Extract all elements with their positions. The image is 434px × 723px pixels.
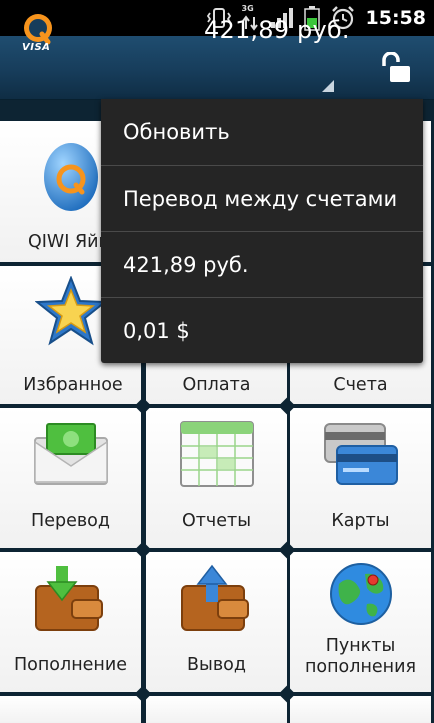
tile-label: QIWI Яйц [28,232,111,252]
network-type-label: 3G [241,4,254,13]
tile-label: Пункты пополнения [304,636,417,677]
tile-top-up[interactable]: Пополнение [0,552,141,692]
clock: 15:58 [365,7,426,29]
wallet-in-icon [34,566,103,631]
tile-withdraw[interactable]: Вывод [146,552,287,692]
tile-label: Отчеты [181,511,252,531]
qiwi-egg-icon [43,143,98,211]
tile-label: Вывод [187,655,246,675]
app-header [0,36,434,100]
star-icon [34,276,107,346]
envelope-money-icon [33,423,108,485]
visa-logo-text: VISA [22,42,51,53]
tile-label-payment: Оплата [182,375,251,395]
tile-transfer[interactable]: Перевод [0,408,141,548]
tile-label: Карты [331,511,390,531]
menu-item-usd-account[interactable]: 0,01 $ [101,298,423,364]
balance-dropdown-menu: Обновить Перевод между счетами 421,89 ру… [101,99,423,363]
tile-row5-left[interactable] [0,696,141,723]
cards-icon [323,423,398,485]
menu-item-refresh[interactable]: Обновить [101,99,423,165]
tile-top-up-points[interactable]: Пункты пополнения [290,552,431,692]
tile-row5-right[interactable] [290,696,431,723]
tile-reports[interactable]: Отчеты [146,408,287,548]
tile-row5-mid[interactable] [146,696,287,723]
globe-map-icon [329,563,392,625]
unlock-icon[interactable] [378,52,412,84]
report-table-icon [179,421,254,487]
tile-label: Пополнение [14,655,127,675]
balance-dropdown-indicator[interactable] [322,80,334,92]
tile-cards[interactable]: Карты [290,408,431,548]
tile-label-favorites: Избранное [23,375,123,395]
tile-label-bills: Счета [333,375,388,395]
tile-label: Перевод [31,511,110,531]
menu-item-transfer-between-accounts[interactable]: Перевод между счетами [101,166,423,232]
wallet-out-icon [180,564,249,631]
header-balance[interactable]: 421,89 руб. [204,16,350,44]
menu-item-rub-account[interactable]: 421,89 руб. [101,232,423,298]
